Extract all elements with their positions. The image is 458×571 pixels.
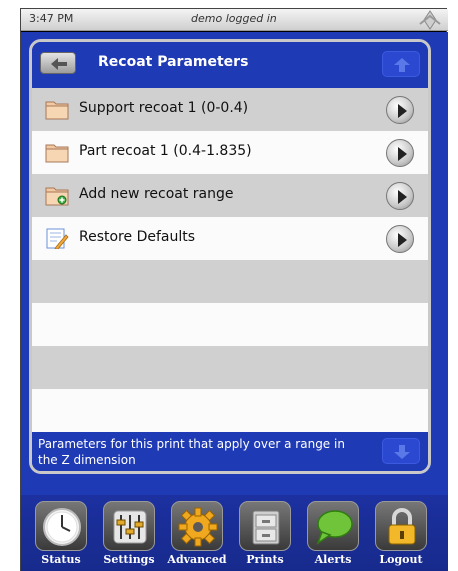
- back-arrow-icon: [51, 58, 67, 70]
- chevron-right-icon[interactable]: [386, 139, 414, 167]
- empty-row: [32, 260, 428, 303]
- empty-row: [32, 303, 428, 346]
- clock-icon: [43, 508, 81, 546]
- nav-button-advanced[interactable]: [171, 501, 223, 551]
- recoat-panel: Recoat Parameters Support recoat 1 (0-0.…: [29, 39, 431, 474]
- nav-label: Advanced: [167, 553, 227, 566]
- nav-label: Logout: [379, 553, 423, 566]
- nav-button-alerts[interactable]: [307, 501, 359, 551]
- status-time: 3:47 PM: [29, 12, 74, 25]
- list-item-support-recoat[interactable]: Support recoat 1 (0-0.4): [32, 88, 428, 131]
- folder-icon: [45, 142, 69, 163]
- list-item-label: Part recoat 1 (0.4-1.835): [79, 143, 252, 159]
- nav-label: Prints: [246, 553, 284, 566]
- list-item-label: Support recoat 1 (0-0.4): [79, 100, 249, 116]
- nav-button-status[interactable]: [35, 501, 87, 551]
- down-arrow-icon: [394, 445, 410, 459]
- scroll-down-button[interactable]: [382, 438, 420, 464]
- nav-button-logout[interactable]: [375, 501, 427, 551]
- nav-button-settings[interactable]: [103, 501, 155, 551]
- list-item-label: Restore Defaults: [79, 229, 196, 245]
- bottom-nav: Status Settings Advanced Prints Alerts L…: [21, 495, 448, 571]
- speech-bubble-icon: [316, 510, 353, 545]
- nav-item-prints[interactable]: Prints: [235, 501, 295, 571]
- panel-footer: Parameters for this print that apply ove…: [32, 432, 428, 471]
- chevron-right-icon[interactable]: [386, 182, 414, 210]
- nav-item-logout[interactable]: Logout: [371, 501, 431, 571]
- notepad-edit-icon: [45, 228, 69, 250]
- nav-item-settings[interactable]: Settings: [99, 501, 159, 571]
- list-item-part-recoat[interactable]: Part recoat 1 (0.4-1.835): [32, 131, 428, 174]
- list-item-add-range[interactable]: Add new recoat range: [32, 174, 428, 217]
- chevron-right-icon[interactable]: [386, 96, 414, 124]
- up-arrow-icon: [394, 58, 410, 72]
- brand-logo-icon: [418, 10, 442, 30]
- gear-icon: [178, 507, 218, 547]
- scroll-up-button[interactable]: [382, 51, 420, 77]
- panel-header: Recoat Parameters: [32, 42, 428, 88]
- folder-icon: [45, 99, 69, 120]
- nav-item-alerts[interactable]: Alerts: [303, 501, 363, 571]
- nav-item-advanced[interactable]: Advanced: [167, 501, 227, 571]
- empty-row: [32, 389, 428, 432]
- nav-item-status[interactable]: Status: [31, 501, 91, 571]
- nav-button-prints[interactable]: [239, 501, 291, 551]
- content-area: Recoat Parameters Support recoat 1 (0-0.…: [21, 32, 448, 495]
- sliders-icon: [113, 510, 147, 544]
- help-text: Parameters for this print that apply ove…: [38, 437, 345, 467]
- back-button[interactable]: [40, 52, 76, 74]
- nav-label: Status: [41, 553, 81, 566]
- file-cabinet-icon: [252, 510, 280, 545]
- recoat-list: Support recoat 1 (0-0.4) Part recoat 1 (…: [32, 88, 428, 432]
- chevron-right-icon[interactable]: [386, 225, 414, 253]
- padlock-icon: [388, 508, 416, 545]
- folder-add-icon: [45, 185, 69, 206]
- empty-row: [32, 346, 428, 389]
- device-screen: 3:47 PM demo logged in Recoat Parameters: [20, 8, 448, 571]
- list-item-restore-defaults[interactable]: Restore Defaults: [32, 217, 428, 260]
- nav-label: Alerts: [314, 553, 352, 566]
- status-bar: 3:47 PM demo logged in: [21, 9, 448, 31]
- nav-label: Settings: [103, 553, 155, 566]
- list-item-label: Add new recoat range: [79, 186, 234, 202]
- page-title: Recoat Parameters: [98, 54, 249, 70]
- logged-in-user: demo logged in: [191, 12, 277, 25]
